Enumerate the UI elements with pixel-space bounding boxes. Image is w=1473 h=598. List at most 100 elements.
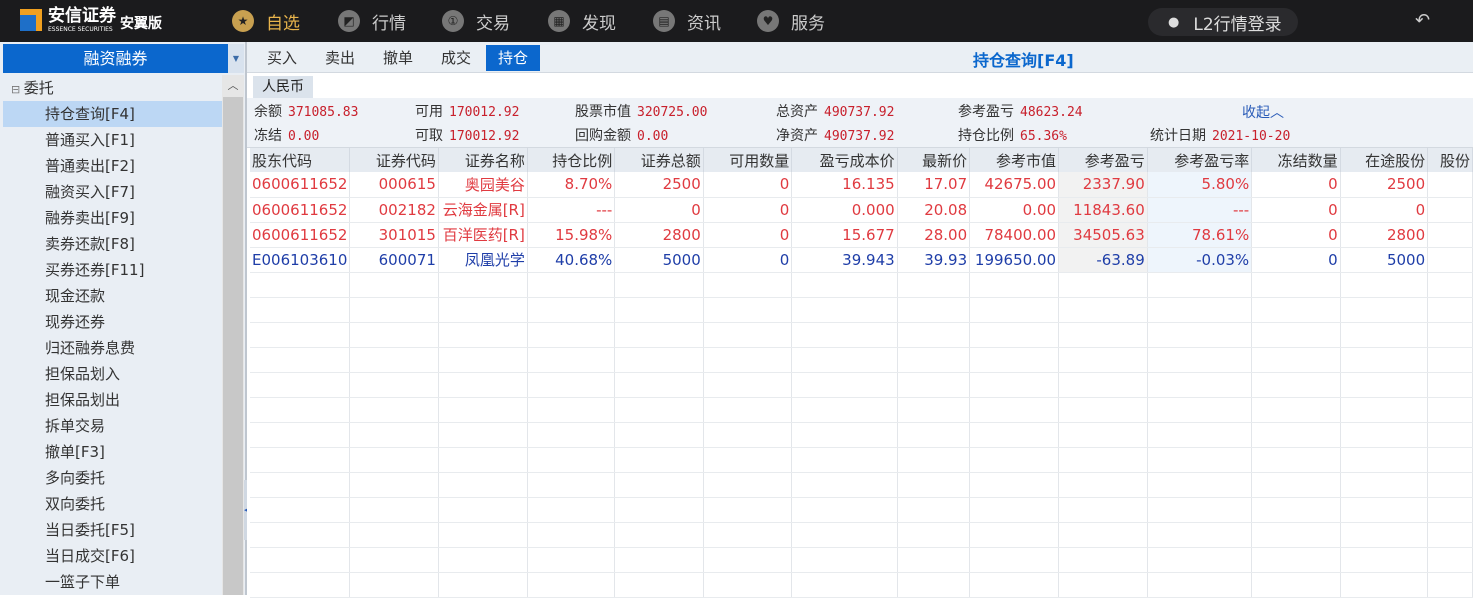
menu-item[interactable]: 拆单交易 (3, 413, 222, 439)
menu-item[interactable]: 担保品划出 (3, 387, 222, 413)
column-header[interactable]: 参考盈亏 (1058, 148, 1148, 172)
table-cell: 云海金属[R] (438, 197, 528, 223)
menu-item[interactable]: 撤单[F3] (3, 439, 222, 465)
trade-icon: ① (442, 10, 464, 32)
column-header[interactable]: 冻结数量 (1251, 148, 1341, 172)
empty-cell (1427, 297, 1473, 323)
menu-item[interactable]: 持仓查询[F4] (3, 101, 222, 127)
column-header[interactable]: 股份 (1427, 148, 1473, 172)
tab-4[interactable]: 持仓 (486, 45, 540, 71)
sidebar-title[interactable]: 融资融券 (3, 44, 228, 73)
table-row[interactable]: 0600611652 002182 云海金属[R] --- 0 0 0.000 20.08 0.… (250, 197, 1473, 223)
empty-cell (1251, 547, 1341, 573)
empty-cell (614, 447, 704, 473)
menu-item[interactable]: 当日委托[F5] (3, 517, 222, 543)
table-cell: 78400.00 (969, 222, 1060, 248)
menu-root[interactable]: ⊟ 委托 (3, 75, 222, 101)
summary-value: 65.36% (1020, 129, 1067, 144)
table-row[interactable]: 0600611652 000615 奥园美谷 8.70% 2500 0 16.135 17.0… (250, 172, 1473, 198)
menu-item[interactable]: 现券还券 (3, 309, 222, 335)
chevron-up-icon[interactable]: ︿ (222, 75, 244, 97)
nav-3[interactable]: ▦ 发现 (548, 0, 616, 42)
summary-label: 统计日期 (1150, 128, 1206, 144)
empty-cell (527, 497, 616, 523)
collapse-link[interactable]: 收起︿ (1242, 102, 1284, 122)
nav-1[interactable]: ◩ 行情 (338, 0, 406, 42)
summary-item: 冻结 0.00 (254, 125, 319, 145)
column-header[interactable]: 在途股份 (1340, 148, 1429, 172)
tab-bar: 买入 卖出 撤单 成交 持仓 (247, 42, 1473, 73)
empty-cell (969, 272, 1060, 298)
menu-item[interactable]: 当日成交[F6] (3, 543, 222, 569)
empty-cell (969, 347, 1060, 373)
table-cell: 0600611652 (250, 172, 351, 198)
column-header[interactable]: 证券总额 (614, 148, 704, 172)
menu-item[interactable]: 买券还券[F11] (3, 257, 222, 283)
scrollbar[interactable]: ︿ (222, 75, 244, 595)
menu-item[interactable]: 归还融券息费 (3, 335, 222, 361)
empty-cell (969, 572, 1060, 598)
summary-value: 490737.92 (824, 105, 895, 120)
column-header[interactable]: 参考盈亏率 (1147, 148, 1253, 172)
tab-1[interactable]: 卖出 (313, 45, 367, 71)
menu-item[interactable]: 普通买入[F1] (3, 127, 222, 153)
scrollbar-thumb[interactable] (223, 97, 243, 595)
column-header[interactable]: 最新价 (897, 148, 971, 172)
summary-label: 可用 (415, 104, 443, 120)
nav-2[interactable]: ① 交易 (442, 0, 510, 42)
table-row[interactable]: 0600611652 301015 百洋医药[R] 15.98% 2800 0 15.677… (250, 222, 1473, 248)
menu-item[interactable]: 现金还款 (3, 283, 222, 309)
empty-cell (614, 422, 704, 448)
summary-label: 持仓比例 (958, 128, 1014, 144)
summary-value: 2021-10-20 (1212, 129, 1291, 144)
menu-item[interactable]: 担保品划入 (3, 361, 222, 387)
empty-cell (438, 447, 528, 473)
table-row[interactable]: E006103610 600071 凤凰光学 40.68% 5000 0 39.943 39.… (250, 247, 1473, 273)
back-icon[interactable]: ↶ (1415, 10, 1430, 31)
column-header[interactable]: 证券名称 (438, 148, 528, 172)
nav-0[interactable]: ★ 自选 (232, 0, 300, 42)
empty-cell (897, 572, 971, 598)
empty-row (250, 297, 1473, 323)
login-label: L2行情登录 (1193, 14, 1282, 35)
empty-cell (250, 422, 351, 448)
column-header[interactable]: 可用数量 (703, 148, 793, 172)
empty-row (250, 547, 1473, 573)
empty-cell (1427, 347, 1473, 373)
nav-4[interactable]: ▤ 资讯 (653, 0, 721, 42)
star-circle-icon: ★ (232, 10, 254, 32)
empty-cell (969, 472, 1060, 498)
column-header[interactable]: 参考市值 (969, 148, 1060, 172)
nav-5[interactable]: ♥ 服务 (757, 0, 825, 42)
l2-login-button[interactable]: ● L2行情登录 (1148, 8, 1298, 36)
column-header[interactable]: 证券代码 (349, 148, 439, 172)
table-cell: 2500 (614, 172, 704, 198)
menu-item[interactable]: 融资买入[F7] (3, 179, 222, 205)
table-cell: 000615 (349, 172, 439, 198)
tab-2[interactable]: 撤单 (371, 45, 425, 71)
tab-0[interactable]: 买入 (255, 45, 309, 71)
menu-item[interactable]: 一篮子下单 (3, 569, 222, 595)
menu-item[interactable]: 卖券还款[F8] (3, 231, 222, 257)
column-header[interactable]: 股东代码 (250, 148, 351, 172)
menu-item[interactable]: 双向委托 (3, 491, 222, 517)
menu-item[interactable]: 普通卖出[F2] (3, 153, 222, 179)
empty-cell (897, 547, 971, 573)
empty-cell (1340, 347, 1429, 373)
empty-cell (703, 272, 793, 298)
column-header[interactable]: 持仓比例 (527, 148, 616, 172)
empty-cell (897, 422, 971, 448)
chevron-down-icon[interactable]: ▼ (228, 44, 244, 73)
collapse-tree-icon[interactable]: ⊟ (11, 83, 24, 96)
menu-item[interactable]: 多向委托 (3, 465, 222, 491)
tab-3[interactable]: 成交 (429, 45, 483, 71)
currency-tab[interactable]: 人民币 (253, 76, 313, 98)
summary-label: 参考盈亏 (958, 104, 1014, 120)
empty-cell (527, 447, 616, 473)
empty-cell (614, 347, 704, 373)
column-header[interactable]: 盈亏成本价 (791, 148, 898, 172)
empty-cell (349, 272, 439, 298)
menu-item[interactable]: 融券卖出[F9] (3, 205, 222, 231)
empty-cell (703, 372, 793, 398)
empty-cell (1340, 522, 1429, 548)
